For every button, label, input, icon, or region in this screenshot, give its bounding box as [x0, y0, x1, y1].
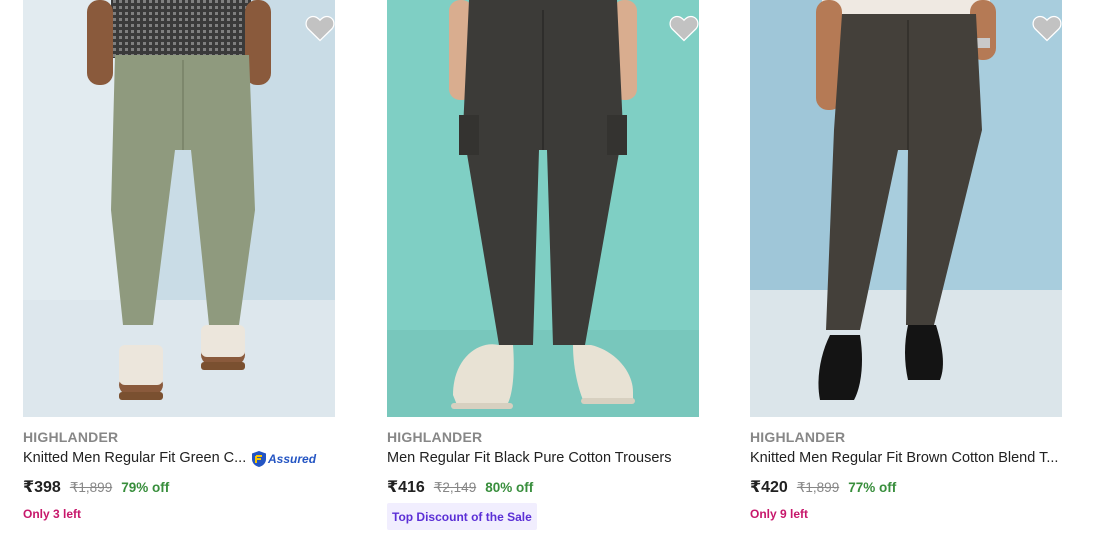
discount-percent: 77% off	[848, 480, 897, 495]
brand-name: HIGHLANDER	[23, 429, 119, 445]
brand-name: HIGHLANDER	[750, 429, 846, 445]
assured-badge: Assured	[251, 450, 316, 468]
product-card[interactable]: HIGHLANDER Knitted Men Regular Fit Green…	[23, 0, 335, 521]
original-price: ₹2,149	[433, 480, 477, 495]
wishlist-heart-icon[interactable]	[669, 14, 699, 42]
product-title[interactable]: Knitted Men Regular Fit Brown Cotton Ble…	[750, 450, 1058, 466]
original-price: ₹1,899	[796, 480, 840, 495]
assured-label: Assured	[268, 452, 317, 466]
selling-price: ₹420	[750, 479, 788, 496]
discount-percent: 80% off	[485, 480, 534, 495]
product-card[interactable]: HIGHLANDER Men Regular Fit Black Pure Co…	[387, 0, 699, 530]
selling-price: ₹416	[387, 479, 425, 496]
product-image[interactable]	[23, 0, 335, 417]
original-price: ₹1,899	[69, 480, 113, 495]
price-row: ₹420 ₹1,899 77% off	[750, 477, 896, 497]
assured-shield-icon	[252, 451, 266, 467]
product-image[interactable]	[750, 0, 1062, 417]
stock-note: Only 3 left	[23, 507, 82, 521]
price-row: ₹416 ₹2,149 80% off	[387, 477, 533, 497]
stock-note: Only 9 left	[750, 507, 809, 521]
product-card[interactable]: HIGHLANDER Knitted Men Regular Fit Brown…	[750, 0, 1062, 521]
selling-price: ₹398	[23, 479, 61, 496]
wishlist-heart-icon[interactable]	[305, 14, 335, 42]
product-title[interactable]: Knitted Men Regular Fit Green C...	[23, 450, 246, 466]
brand-name: HIGHLANDER	[387, 429, 483, 445]
product-image[interactable]	[387, 0, 699, 417]
price-row: ₹398 ₹1,899 79% off	[23, 477, 169, 497]
sale-badge: Top Discount of the Sale	[387, 503, 537, 530]
discount-percent: 79% off	[121, 480, 170, 495]
wishlist-heart-icon[interactable]	[1032, 14, 1062, 42]
product-title[interactable]: Men Regular Fit Black Pure Cotton Trouse…	[387, 450, 671, 466]
